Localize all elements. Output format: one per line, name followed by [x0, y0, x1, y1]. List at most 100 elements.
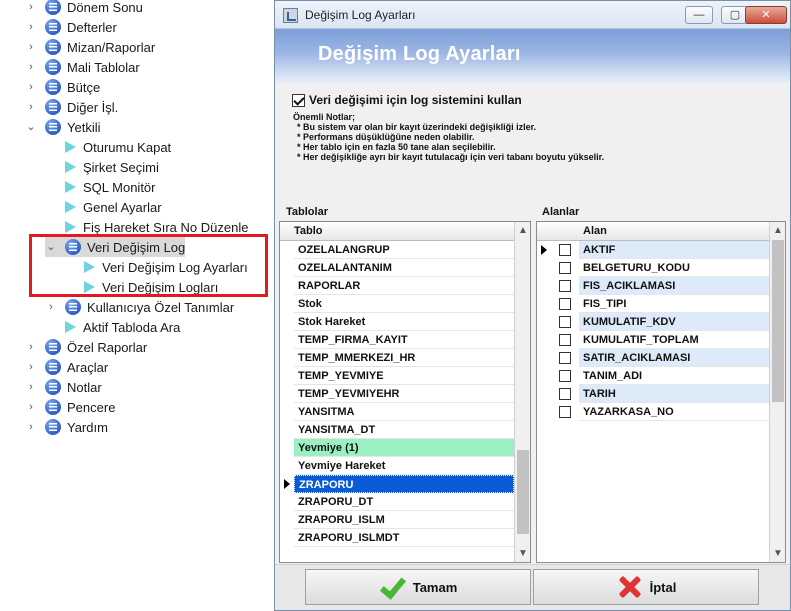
table-row[interactable]: YANSITMA_DT	[294, 421, 514, 439]
field-row[interactable]: TANIM_ADI	[579, 367, 769, 385]
tables-section-label: Tablolar	[286, 206, 328, 218]
scroll-down-icon[interactable]: ▼	[515, 545, 530, 562]
tree-item[interactable]: › Defterler	[25, 17, 117, 37]
field-checkbox[interactable]	[559, 406, 571, 418]
field-checkbox[interactable]	[559, 262, 571, 274]
field-row[interactable]: BELGETURU_KODU	[579, 259, 769, 277]
fields-scrollbar[interactable]: ▲ ▼	[769, 222, 785, 562]
button-bar: Tamam İptal	[275, 564, 790, 610]
tree-item[interactable]: Şirket Seçimi	[45, 157, 159, 177]
tree-item-label: Genel Ayarlar	[83, 199, 162, 215]
table-row[interactable]: OZELALANGRUP	[294, 241, 514, 259]
fields-grid[interactable]: Alan AKTIF BELGETURU_KODU FIS_ACIKLAMASI FI…	[536, 221, 786, 563]
field-row[interactable]: YAZARKASA_NO	[579, 403, 769, 421]
tree-item[interactable]: › Kullanıcıya Özel Tanımlar	[45, 297, 234, 317]
chevron-right-icon[interactable]: ›	[25, 341, 37, 353]
table-row[interactable]: Stok Hareket	[294, 313, 514, 331]
tree-item[interactable]: › Pencere	[25, 397, 115, 417]
tree-item[interactable]: Aktif Tabloda Ara	[45, 317, 180, 337]
field-row[interactable]: KUMULATIF_KDV	[579, 313, 769, 331]
scroll-down-icon[interactable]: ▼	[770, 545, 785, 562]
tree-item-label: Araçlar	[67, 359, 109, 375]
table-row[interactable]: TEMP_FIRMA_KAYIT	[294, 331, 514, 349]
tables-grid[interactable]: Tablo OZELALANGRUP OZELALANTANIM RAPORLAR S…	[279, 221, 531, 563]
tables-scrollbar[interactable]: ▲ ▼	[514, 222, 530, 562]
field-checkbox[interactable]	[559, 370, 571, 382]
table-row[interactable]: OZELALANTANIM	[294, 259, 514, 277]
tree-item[interactable]: › Bütçe	[25, 77, 100, 97]
tree-item-label: SQL Monitör	[83, 179, 156, 195]
tree-item-label: Yardım	[67, 419, 108, 435]
scroll-thumb[interactable]	[517, 450, 529, 534]
tree-item[interactable]: › Diğer İşl.	[25, 97, 118, 117]
tree-item[interactable]: Genel Ayarlar	[45, 197, 162, 217]
tree-item[interactable]: › Yardım	[25, 417, 108, 437]
field-checkbox[interactable]	[559, 316, 571, 328]
fields-section-label: Alanlar	[542, 206, 580, 218]
title-bar[interactable]: Değişim Log Ayarları — ▢ ✕	[275, 1, 790, 29]
menu-icon	[45, 59, 61, 75]
tree-item-label: Notlar	[67, 379, 102, 395]
chevron-right-icon[interactable]: ›	[25, 41, 37, 53]
tree-item-label: Özel Raporlar	[67, 339, 148, 355]
field-row[interactable]: KUMULATIF_TOPLAM	[579, 331, 769, 349]
field-row[interactable]: AKTIF	[579, 241, 769, 259]
field-row[interactable]: TARIH	[579, 385, 769, 403]
table-row[interactable]: YANSITMA	[294, 403, 514, 421]
field-checkbox[interactable]	[559, 280, 571, 292]
chevron-right-icon[interactable]: ›	[25, 21, 37, 33]
table-row[interactable]: TEMP_MMERKEZI_HR	[294, 349, 514, 367]
table-row[interactable]: ZRAPORU_ISLM	[294, 511, 514, 529]
chevron-right-icon[interactable]: ›	[25, 1, 37, 13]
field-row[interactable]: SATIR_ACIKLAMASI	[579, 349, 769, 367]
field-checkbox[interactable]	[559, 352, 571, 364]
chevron-right-icon[interactable]: ›	[25, 101, 37, 113]
ok-button[interactable]: Tamam	[305, 569, 531, 605]
tree-item[interactable]: › Dönem Sonu	[25, 0, 143, 17]
table-row[interactable]: Stok	[294, 295, 514, 313]
tables-column-header[interactable]: Tablo	[280, 222, 514, 241]
scroll-up-icon[interactable]: ▲	[770, 222, 785, 239]
cancel-button[interactable]: İptal	[533, 569, 759, 605]
table-row[interactable]: Yevmiye Hareket	[294, 457, 514, 475]
field-checkbox[interactable]	[559, 298, 571, 310]
tree-item[interactable]: ⌄ Yetkili	[25, 117, 100, 137]
field-checkbox[interactable]	[559, 334, 571, 346]
tree-item[interactable]: › Notlar	[25, 377, 102, 397]
chevron-right-icon[interactable]: ›	[25, 421, 37, 433]
chevron-right-icon[interactable]: ›	[45, 301, 57, 313]
field-checkbox[interactable]	[559, 388, 571, 400]
tree-item[interactable]: › Özel Raporlar	[25, 337, 147, 357]
table-row[interactable]: TEMP_YEVMIYEHR	[294, 385, 514, 403]
minimize-button[interactable]: —	[685, 6, 713, 24]
chevron-right-icon[interactable]: ›	[25, 361, 37, 373]
close-button[interactable]: ✕	[745, 6, 787, 24]
tree-item[interactable]: › Araçlar	[25, 357, 108, 377]
table-row[interactable]: ZRAPORU_ISLMDT	[294, 529, 514, 547]
enable-log-label[interactable]: Veri değişimi için log sistemini kullan	[309, 93, 522, 107]
table-row[interactable]: ZRAPORU	[294, 475, 514, 493]
tree-item[interactable]: › Mizan/Raporlar	[25, 37, 155, 57]
tree-item-label: Oturumu Kapat	[83, 139, 172, 155]
table-row[interactable]: ZRAPORU_DT	[294, 493, 514, 511]
chevron-right-icon[interactable]: ›	[25, 381, 37, 393]
field-row[interactable]: FIS_ACIKLAMASI	[579, 277, 769, 295]
enable-log-checkbox[interactable]	[292, 93, 305, 107]
chevron-right-icon[interactable]: ›	[25, 401, 37, 413]
field-checkbox[interactable]	[559, 244, 571, 256]
chevron-right-icon[interactable]: ›	[25, 61, 37, 73]
field-row[interactable]: FIS_TIPI	[579, 295, 769, 313]
table-row[interactable]: RAPORLAR	[294, 277, 514, 295]
chevron-down-icon[interactable]: ⌄	[25, 121, 37, 133]
table-row[interactable]: Yevmiye (1)	[294, 439, 514, 457]
chevron-right-icon[interactable]: ›	[25, 81, 37, 93]
enable-log-option[interactable]: Veri değişimi için log sistemini kullan	[292, 93, 522, 107]
scroll-thumb[interactable]	[772, 240, 784, 402]
tree-item-label: Diğer İşl.	[67, 99, 119, 115]
scroll-up-icon[interactable]: ▲	[515, 222, 530, 239]
tree-item[interactable]: Oturumu Kapat	[45, 137, 171, 157]
fields-column-header[interactable]: Alan	[537, 222, 769, 241]
tree-item[interactable]: › Mali Tablolar	[25, 57, 140, 77]
table-row[interactable]: TEMP_YEVMIYE	[294, 367, 514, 385]
tree-item[interactable]: SQL Monitör	[45, 177, 156, 197]
